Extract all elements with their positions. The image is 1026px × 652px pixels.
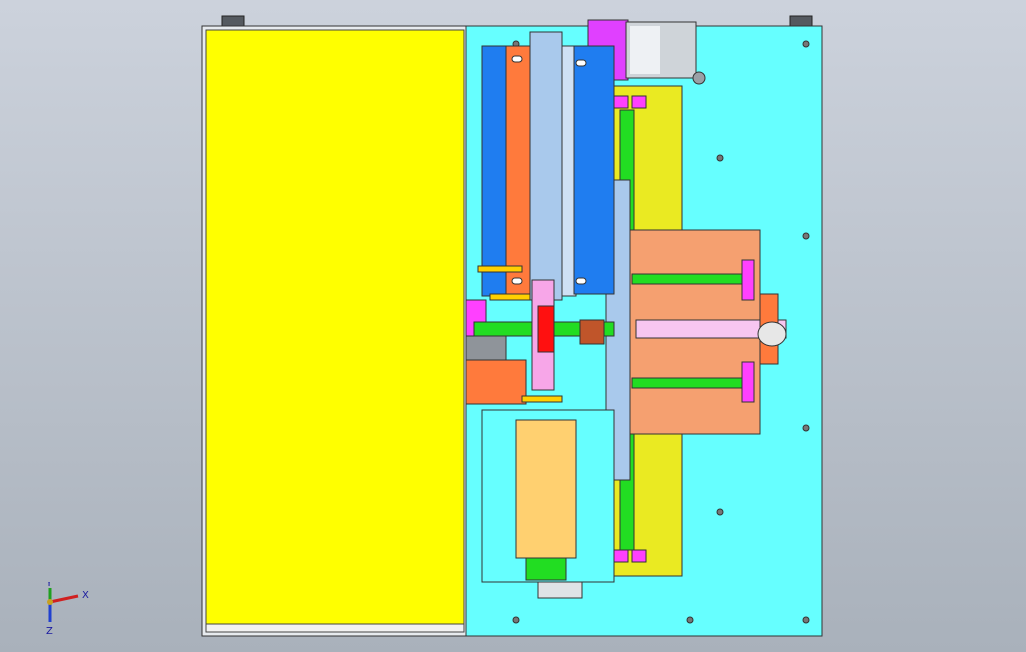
blue-block-right[interactable]	[573, 45, 615, 295]
x-axis-arrow	[49, 594, 79, 604]
top-left-tab	[221, 15, 245, 27]
motor-body-shade	[630, 26, 660, 74]
triad-origin	[47, 599, 53, 605]
yellow-pin-3	[521, 395, 563, 403]
motor-knob	[692, 71, 706, 85]
pivot-roller[interactable]	[757, 321, 787, 347]
gray-housing	[465, 335, 507, 361]
blue-block-left[interactable]	[481, 45, 507, 297]
orange-lower-block	[465, 359, 527, 405]
light-blue-column	[529, 31, 563, 301]
carriage-rail-top	[631, 273, 743, 285]
brown-coupler	[579, 319, 605, 345]
coordinate-triad: X Y Z	[45, 582, 89, 637]
x-axis-label: X	[82, 590, 89, 601]
tan-block[interactable]	[515, 419, 577, 559]
yellow-pin-2	[489, 293, 531, 301]
yellow-cover-panel[interactable]	[205, 29, 465, 625]
red-cam[interactable]	[537, 305, 555, 353]
bottom-bearing	[537, 581, 583, 599]
orange-block[interactable]	[503, 45, 533, 295]
cad-model-view[interactable]	[0, 0, 1026, 652]
green-coupling	[525, 557, 567, 581]
yellow-pin	[477, 265, 523, 273]
z-axis-label: Z	[46, 626, 53, 637]
top-right-tab	[789, 15, 813, 27]
cad-viewport[interactable]: X Y Z	[0, 0, 1026, 652]
yellow-cover-bottom-lip	[205, 623, 465, 633]
carriage-rail-bottom	[631, 377, 743, 389]
y-axis-label: Y	[45, 582, 53, 589]
